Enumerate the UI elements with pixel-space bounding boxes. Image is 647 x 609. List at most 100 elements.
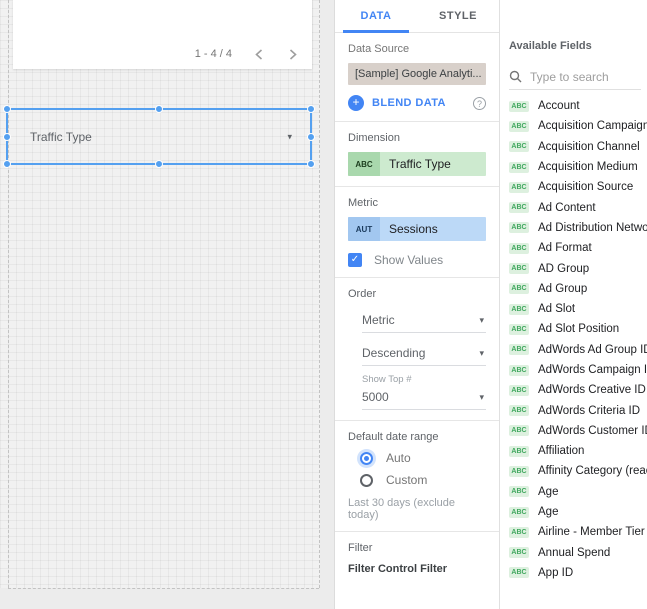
- field-type-badge: ABC: [509, 141, 529, 153]
- filter-control-label: Traffic Type: [30, 129, 92, 144]
- plus-icon[interactable]: +: [348, 95, 364, 111]
- field-type-badge: ABC: [509, 303, 529, 315]
- dropdown-caret-icon: ▾: [479, 314, 484, 325]
- chevron-right-icon[interactable]: [286, 47, 300, 61]
- chevron-left-icon[interactable]: [252, 47, 266, 61]
- page-boundary-bottom: [8, 588, 319, 589]
- data-source-chip[interactable]: [Sample] Google Analyti...: [348, 63, 486, 85]
- table-pagination: 1 - 4 / 4: [195, 47, 300, 61]
- field-list-item[interactable]: ABC Ad Group: [509, 279, 647, 299]
- page-boundary-right: [319, 0, 320, 588]
- dropdown-caret-icon: ▾: [479, 391, 484, 402]
- selection-handle-top-mid[interactable]: [155, 105, 163, 113]
- field-type-badge: AUT: [348, 217, 380, 241]
- field-type-badge: ABC: [509, 567, 529, 579]
- order-field-value: Metric: [362, 313, 395, 327]
- field-list-item[interactable]: ABC Affiliation: [509, 441, 647, 461]
- show-top-select[interactable]: 5000 ▾: [362, 385, 486, 410]
- radio-custom-label: Custom: [386, 473, 428, 487]
- panel-tabs: DATA STYLE: [335, 0, 499, 33]
- show-top-value: 5000: [362, 390, 389, 404]
- field-list-item[interactable]: ABC AdWords Customer ID: [509, 421, 647, 441]
- selection-handle-mid-left[interactable]: [3, 132, 11, 141]
- selection-handle-bottom-right[interactable]: [307, 160, 315, 168]
- field-list-item[interactable]: ABC Acquisition Medium: [509, 157, 647, 177]
- show-values-label: Show Values: [374, 253, 444, 267]
- filter-control-traffic-type[interactable]: Traffic Type ▾: [3, 105, 315, 168]
- table-chart-card[interactable]: 1 - 4 / 4: [13, 0, 312, 69]
- selection-handle-bottom-left[interactable]: [3, 160, 11, 168]
- field-type-badge: ABC: [509, 222, 529, 234]
- field-type-badge: ABC: [509, 465, 529, 477]
- filter-section: Filter Filter Control Filter: [335, 532, 499, 585]
- canvas-grid: [0, 0, 320, 588]
- field-list-item[interactable]: ABC AD Group: [509, 258, 647, 278]
- radio-custom-icon[interactable]: [360, 473, 373, 487]
- help-icon[interactable]: ?: [473, 96, 486, 110]
- filter-control-filter-label: Filter Control Filter: [348, 563, 447, 575]
- field-list-item[interactable]: ABC Annual Spend: [509, 543, 647, 563]
- order-field-select[interactable]: Metric ▾: [362, 308, 486, 333]
- field-type-badge: ABC: [509, 242, 529, 254]
- field-type-badge: ABC: [509, 547, 529, 559]
- blend-data-button[interactable]: BLEND DATA: [372, 97, 473, 109]
- field-list-item[interactable]: ABC Ad Distribution Netwo...: [509, 218, 647, 238]
- field-list-item[interactable]: ABC Airline - Member Tier: [509, 522, 647, 542]
- field-type-badge: ABC: [509, 283, 529, 295]
- field-list-item[interactable]: ABC Ad Slot: [509, 299, 647, 319]
- filter-label: Filter: [348, 542, 373, 554]
- date-range-section: Default date range Auto Custom Last 30 d…: [335, 421, 499, 531]
- field-type-badge: ABC: [509, 486, 529, 498]
- field-list-item[interactable]: ABC AdWords Ad Group ID: [509, 340, 647, 360]
- field-list-item[interactable]: ABC Age: [509, 502, 647, 522]
- field-list-item[interactable]: ABC App ID: [509, 563, 647, 583]
- dropdown-caret-icon: ▾: [479, 347, 484, 358]
- field-list-item[interactable]: ABC Ad Format: [509, 238, 647, 258]
- selection-handle-mid-right[interactable]: [307, 132, 315, 141]
- field-list-item[interactable]: ABC AdWords Criteria ID: [509, 400, 647, 420]
- report-canvas[interactable]: 1 - 4 / 4 Traffic Type ▾: [0, 0, 334, 609]
- search-icon: [509, 70, 522, 83]
- field-type-badge: ABC: [509, 323, 529, 335]
- selection-handle-bottom-mid[interactable]: [155, 160, 163, 168]
- field-type-badge: ABC: [509, 181, 529, 193]
- field-list-item[interactable]: ABC Affinity Category (reac...: [509, 461, 647, 481]
- tab-data[interactable]: DATA: [335, 0, 417, 33]
- field-list-item[interactable]: ABC AdWords Creative ID: [509, 380, 647, 400]
- selection-handle-top-right[interactable]: [307, 105, 315, 113]
- radio-auto-icon[interactable]: [360, 451, 373, 465]
- pagination-label: 1 - 4 / 4: [194, 48, 232, 60]
- metric-chip[interactable]: AUT Sessions: [348, 217, 486, 241]
- field-list-item[interactable]: ABC Acquisition Channel: [509, 137, 647, 157]
- date-range-auto-row: Auto: [360, 451, 486, 465]
- blend-data-row: + BLEND DATA ?: [348, 95, 486, 111]
- show-values-checkbox[interactable]: ✓: [348, 253, 362, 267]
- metric-label: Metric: [348, 197, 378, 209]
- field-list-item[interactable]: ABC AdWords Campaign ID: [509, 360, 647, 380]
- field-search-input[interactable]: [530, 69, 641, 84]
- field-type-badge: ABC: [509, 526, 529, 538]
- field-type-badge: ABC: [509, 344, 529, 356]
- field-type-badge: ABC: [509, 425, 529, 437]
- dropdown-caret-icon[interactable]: ▾: [287, 131, 292, 142]
- metric-section: Metric AUT Sessions ✓ Show Values: [335, 187, 499, 277]
- order-direction-select[interactable]: Descending ▾: [362, 341, 486, 366]
- field-type-badge: ABC: [509, 161, 529, 173]
- field-type-badge: ABC: [509, 445, 529, 457]
- field-list-item[interactable]: ABC Age: [509, 482, 647, 502]
- field-type-badge: ABC: [509, 100, 529, 112]
- field-list-item[interactable]: ABC Account: [509, 96, 647, 116]
- selection-handle-top-left[interactable]: [3, 105, 11, 113]
- field-list-item[interactable]: ABC Ad Content: [509, 197, 647, 217]
- field-type-badge: ABC: [509, 120, 529, 132]
- field-list-item[interactable]: ABC Acquisition Campaign: [509, 116, 647, 136]
- field-list-item[interactable]: ABC Acquisition Source: [509, 177, 647, 197]
- field-type-badge: ABC: [509, 202, 529, 214]
- show-values-row: ✓ Show Values: [348, 253, 486, 267]
- dimension-chip[interactable]: ABC Traffic Type: [348, 152, 486, 176]
- field-type-badge: ABC: [509, 364, 529, 376]
- field-list-item[interactable]: ABC Ad Slot Position: [509, 319, 647, 339]
- field-type-badge: ABC: [509, 263, 529, 275]
- tab-style[interactable]: STYLE: [417, 0, 499, 32]
- field-type-badge: ABC: [509, 384, 529, 396]
